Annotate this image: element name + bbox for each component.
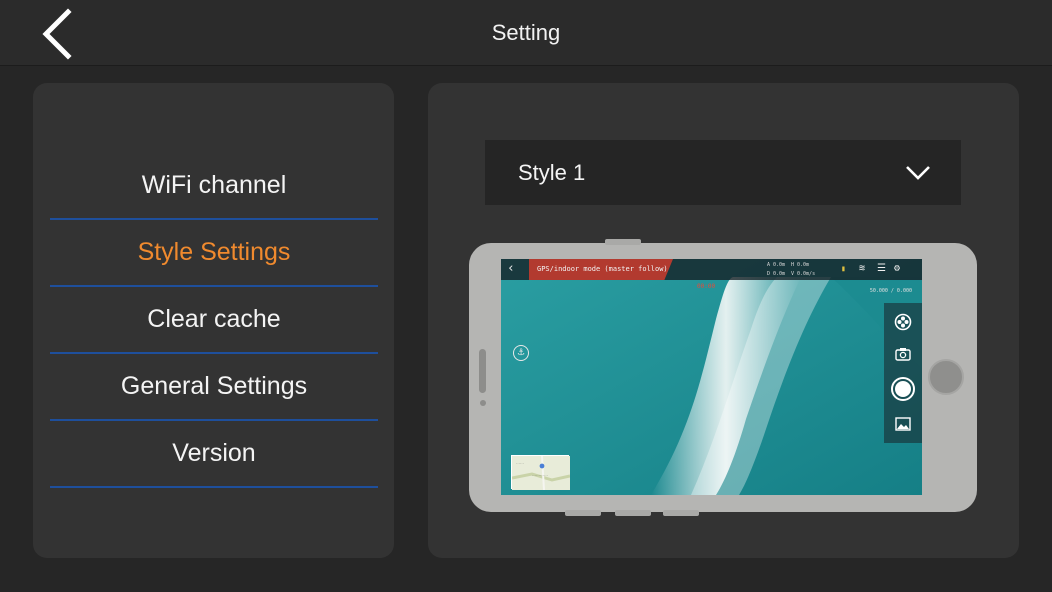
phone-side-button — [605, 239, 641, 245]
preview-mode-banner: GPS/indoor mode (master follow) — [529, 259, 673, 280]
top-bar: Setting — [0, 0, 1052, 66]
preview-screen: ‹ GPS/indoor mode (master follow) A 0.0m… — [501, 259, 922, 495]
preview-status-bar: ‹ GPS/indoor mode (master follow) A 0.0m… — [501, 259, 922, 280]
battery-icon: ▮ — [841, 264, 846, 273]
camera-icon — [895, 348, 911, 361]
preview-back-icon: ‹ — [507, 261, 515, 276]
style-panel: Style 1 ‹ GPS/indoor mode (master follow… — [428, 83, 1019, 558]
record-timer: 00:00 — [697, 283, 716, 290]
preview-stat: A 0.0m — [767, 262, 786, 268]
preview-stat: V 0.0m/s — [791, 271, 816, 277]
map-label: ………… — [532, 472, 548, 477]
menu-item-general-settings[interactable]: General Settings — [50, 354, 378, 421]
menu-icon: ☰ — [877, 263, 886, 274]
style-dropdown-value: Style 1 — [518, 159, 586, 185]
preview-stat: H 0.0m — [791, 262, 810, 268]
menu-item-style-settings[interactable]: Style Settings — [50, 220, 378, 287]
propeller-icon — [894, 313, 912, 331]
menu-item-clear-cache[interactable]: Clear cache — [50, 287, 378, 354]
phone-camera — [480, 400, 486, 406]
map-label: …… — [516, 460, 524, 465]
minimap: …… ………… — [511, 455, 571, 491]
preview-side-toolbar — [884, 303, 922, 443]
menu-item-wifi-channel[interactable]: WiFi channel — [50, 153, 378, 220]
anchor-icon: ⚓ — [513, 345, 529, 361]
chevron-down-icon — [906, 166, 930, 180]
settings-menu: WiFi channel Style Settings Clear cache … — [33, 83, 394, 558]
phone-side-button — [565, 510, 601, 516]
gear-icon: ⚙ — [894, 263, 901, 274]
menu-item-version[interactable]: Version — [50, 421, 378, 488]
gallery-icon — [895, 417, 911, 431]
phone-home-button — [928, 359, 964, 395]
page-title: Setting — [491, 20, 561, 45]
phone-side-button — [663, 510, 699, 516]
phone-side-button — [615, 510, 651, 516]
style-preview-phone: ‹ GPS/indoor mode (master follow) A 0.0m… — [469, 239, 977, 516]
style-dropdown[interactable]: Style 1 — [485, 140, 961, 205]
phone-speaker — [479, 349, 486, 393]
coordinate-readout: 50.000 / 0.000 — [869, 288, 912, 294]
wifi-icon: ≋ — [859, 263, 866, 274]
shutter-icon — [891, 377, 915, 401]
preview-stat: D 0.0m — [767, 271, 786, 277]
